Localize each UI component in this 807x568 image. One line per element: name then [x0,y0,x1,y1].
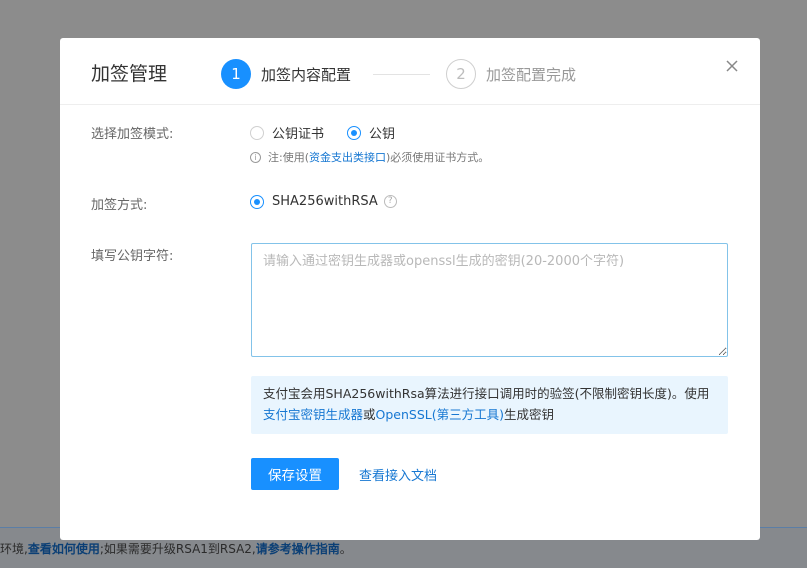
step-2-number: 2 [446,59,476,89]
modal-title: 加签管理 [91,63,168,85]
tip-text-3: 生成密钥 [504,407,555,422]
sign-mode-label: 选择加签模式: [91,127,174,142]
radio-public-key-cert-label: 公钥证书 [272,127,325,142]
view-docs-link[interactable]: 查看接入文档 [359,465,437,484]
public-key-label: 填写公钥字符: [91,249,174,264]
notice-prefix: 环境, [0,542,28,556]
radio-sha256withrsa[interactable]: SHA256withRSA ? [250,194,397,209]
modal-header: 加签管理 1 加签内容配置 2 加签配置完成 [60,38,760,105]
notice-guide-link[interactable]: 请参考操作指南 [256,542,340,556]
notice-suffix: 。 [339,542,352,556]
info-icon: i [250,151,261,163]
save-settings-button[interactable]: 保存设置 [251,458,339,490]
hint-prefix: 注:使用( [268,151,309,164]
step-1-number: 1 [221,59,251,89]
hint-suffix: )必须使用证书方式。 [386,151,490,164]
radio-public-key-cert[interactable]: 公钥证书 [250,123,324,142]
radio-circle-unchecked[interactable] [250,125,264,140]
radio-circle-checked[interactable] [347,125,361,140]
notice-how-to-use-link[interactable]: 查看如何使用 [28,542,100,556]
tip-box: 支付宝会用SHA256withRsa算法进行接口调用时的验签(不限制密钥长度)。… [251,376,728,434]
openssl-link[interactable]: OpenSSL(第三方工具) [376,407,504,422]
step-1-label: 加签内容配置 [261,65,352,84]
step-2-label: 加签配置完成 [486,65,577,84]
radio-circle-checked[interactable] [250,194,264,209]
alipay-key-generator-link[interactable]: 支付宝密钥生成器 [263,407,363,422]
public-key-textarea[interactable] [251,243,728,357]
sign-management-modal: 加签管理 1 加签内容配置 2 加签配置完成 选择加签模式: 公钥证书 公钥 i… [60,38,760,540]
sign-method-label: 加签方式: [91,198,148,213]
tip-text-1: 支付宝会用SHA256withRsa算法进行接口调用时的验签(不限制密钥长度)。… [263,386,710,401]
step-1: 1 加签内容配置 [221,58,351,90]
step-connector [373,74,430,75]
fund-api-link[interactable]: 资金支出类接口 [309,149,386,165]
radio-public-key[interactable]: 公钥 [347,123,395,142]
tip-text-2: 或 [363,407,376,422]
radio-public-key-label: 公钥 [369,127,396,142]
help-question-icon[interactable]: ? [383,195,397,208]
notice-middle-text: ;如果需要升级RSA1到RSA2, [99,542,256,556]
radio-sha256withrsa-label: SHA256withRSA [272,194,378,209]
sign-mode-hint: i 注:使用(资金支出类接口)必须使用证书方式。 [250,149,489,165]
close-icon[interactable] [722,56,742,76]
step-2: 2 加签配置完成 [446,58,576,90]
